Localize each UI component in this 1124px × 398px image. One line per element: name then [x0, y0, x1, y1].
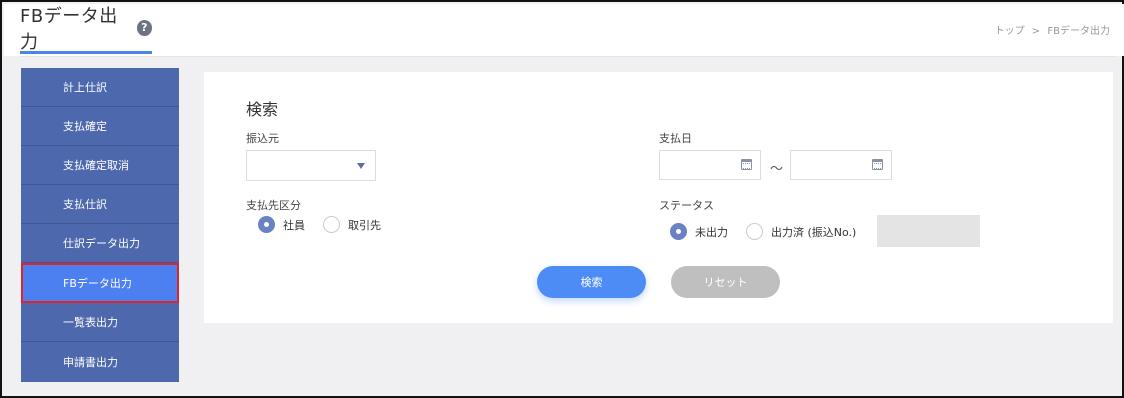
payee-type-radio-shain[interactable]: [258, 216, 275, 233]
sidebar-item-keijo-shiwake[interactable]: 計上仕訳: [21, 68, 179, 107]
sidebar-item-fb-data[interactable]: FBデータ出力: [21, 263, 179, 303]
status-option-label[interactable]: 未出力: [695, 224, 728, 240]
breadcrumb-home[interactable]: トップ: [995, 26, 1025, 37]
status-label: ステータス: [659, 199, 714, 212]
payee-type-radio-torihikisaki[interactable]: [323, 216, 340, 233]
payee-type-radio-group: 社員 取引先: [258, 216, 399, 233]
app-frame: FBデータ出力 ? トップ > FBデータ出力 計上仕訳 支払確定 支払確定取消…: [0, 0, 1124, 398]
reset-button[interactable]: リセット: [671, 266, 780, 298]
status-radio-mishutsuryoku[interactable]: [670, 223, 687, 240]
payment-date-from-input[interactable]: [659, 150, 761, 180]
sidebar-item-label: 仕訳データ出力: [63, 237, 140, 250]
search-button[interactable]: 検索: [537, 266, 646, 298]
calendar-icon[interactable]: [872, 159, 883, 170]
calendar-icon[interactable]: [741, 159, 752, 170]
chevron-down-icon: [357, 163, 365, 169]
payment-date-label: 支払日: [659, 132, 692, 145]
furikomimoto-label: 振込元: [246, 132, 279, 145]
sidebar: 計上仕訳 支払確定 支払確定取消 支払仕訳 仕訳データ出力 FBデータ出力 一覧…: [21, 68, 179, 382]
sidebar-item-label: 支払確定: [63, 120, 107, 133]
sidebar-item-shiharai-shiwake[interactable]: 支払仕訳: [21, 185, 179, 224]
status-radio-group: 未出力 出力済 (振込No.): [670, 223, 874, 240]
date-range-separator: ～: [770, 162, 784, 177]
furikomi-number-field[interactable]: [877, 215, 980, 247]
payee-type-label: 支払先区分: [246, 199, 301, 212]
breadcrumb: トップ > FBデータ出力: [993, 22, 1112, 37]
help-icon[interactable]: ?: [136, 19, 152, 36]
sidebar-item-shinseisho[interactable]: 申請書出力: [21, 342, 179, 381]
status-radio-shutsuryokuzumi[interactable]: [746, 223, 763, 240]
page-title-tab: FBデータ出力 ?: [20, 4, 152, 54]
page-title: FBデータ出力: [20, 5, 118, 53]
sidebar-item-label: FBデータ出力: [63, 277, 132, 290]
status-option-label[interactable]: 出力済 (振込No.): [771, 224, 856, 240]
sidebar-item-shiharai-kakutei[interactable]: 支払確定: [21, 107, 179, 146]
sidebar-item-shiwake-data[interactable]: 仕訳データ出力: [21, 224, 179, 263]
payee-type-option-label[interactable]: 社員: [283, 217, 305, 233]
breadcrumb-current: FBデータ出力: [1047, 26, 1110, 37]
breadcrumb-separator: >: [1031, 26, 1041, 37]
sidebar-item-label: 支払仕訳: [63, 198, 107, 211]
search-section-title: 検索: [246, 100, 279, 119]
sidebar-item-label: 支払確定取消: [63, 159, 129, 172]
payee-type-option-label[interactable]: 取引先: [348, 217, 381, 233]
sidebar-item-label: 申請書出力: [63, 355, 118, 369]
payment-date-to-input[interactable]: [790, 150, 892, 180]
search-panel: 検索 振込元 支払日 ～ 支払先区分 社員 取引先 ステータス 未出力 出力済 …: [204, 72, 1113, 323]
furikomimoto-select[interactable]: [246, 150, 376, 181]
sidebar-item-shiharai-kakutei-torikeshi[interactable]: 支払確定取消: [21, 146, 179, 185]
sidebar-item-label: 計上仕訳: [63, 81, 107, 94]
top-bar: FBデータ出力 ? トップ > FBデータ出力: [4, 4, 1124, 57]
header-divider: [20, 56, 1116, 57]
sidebar-item-label: 一覧表出力: [63, 316, 118, 329]
sidebar-item-ichiranhyo[interactable]: 一覧表出力: [21, 303, 179, 342]
